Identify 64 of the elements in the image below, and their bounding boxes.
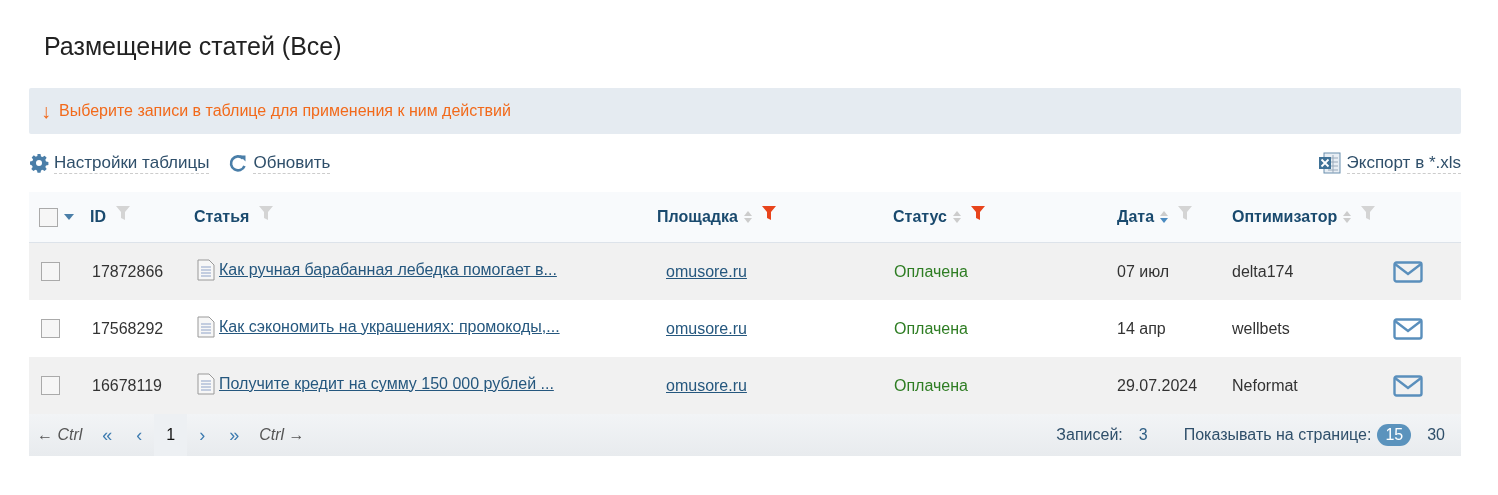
article-link[interactable]: Получите кредит на сумму 150 000 рублей ... <box>219 374 554 393</box>
page-size-label: Показывать на странице: <box>1183 426 1372 444</box>
id-cell: 16678119 <box>92 376 162 395</box>
document-icon <box>197 372 215 395</box>
site-link[interactable]: omusore.ru <box>666 262 747 281</box>
records-count: 3 <box>1138 426 1148 444</box>
refresh-icon[interactable] <box>228 153 249 173</box>
filter-icon[interactable] <box>970 205 985 221</box>
optimizer-cell: wellbets <box>1232 319 1290 338</box>
row-checkbox[interactable] <box>41 262 60 281</box>
refresh-link[interactable]: Обновить <box>253 152 331 174</box>
page-size-option[interactable]: 30 <box>1419 424 1453 446</box>
column-header[interactable]: Статья <box>194 208 250 226</box>
page-button[interactable]: 1 <box>154 414 188 456</box>
table-row[interactable]: 17872866 Как ручная барабанная лебедка помогает в... omusore.ru Оплачена 07 июл delta174 <box>29 243 1461 300</box>
mail-icon[interactable] <box>1393 374 1423 397</box>
document-icon <box>197 315 215 338</box>
settings-icon[interactable] <box>29 153 49 173</box>
row-checkbox[interactable] <box>41 376 60 395</box>
column-header[interactable]: Оптимизатор <box>1232 208 1338 226</box>
optimizer-cell: delta174 <box>1232 262 1294 281</box>
keyboard-hint: ← Ctrl <box>36 426 84 444</box>
row-checkbox[interactable] <box>41 319 60 338</box>
status-cell: Оплачена <box>894 376 968 395</box>
mail-icon[interactable] <box>1393 260 1423 283</box>
table-row[interactable]: 16678119 Получите кредит на сумму 150 000 рублей ... omusore.ru Оплачена 29.07.2024 Neformat <box>29 357 1461 414</box>
article-link[interactable]: Как сэкономить на украшениях: промокоды,... <box>219 317 560 336</box>
mail-icon[interactable] <box>1393 317 1423 340</box>
column-header[interactable]: ID <box>90 208 106 226</box>
keyboard-hint: Ctrl → <box>258 426 306 444</box>
column-header[interactable]: Статус <box>893 208 947 226</box>
table-row[interactable]: 17568292 Как сэкономить на украшениях: промокоды,... omusore.ru Оплачена 14 апр wellbets <box>29 300 1461 357</box>
sort-icon[interactable] <box>952 210 961 224</box>
sort-icon[interactable] <box>743 210 752 224</box>
id-cell: 17872866 <box>92 262 164 281</box>
optimizer-cell: Neformat <box>1232 376 1298 395</box>
table-settings-link[interactable]: Настройки таблицы <box>54 152 210 174</box>
column-header[interactable]: Дата <box>1117 208 1155 226</box>
next-page-button[interactable]: › <box>187 424 218 446</box>
date-cell: 29.07.2024 <box>1117 376 1198 395</box>
status-cell: Оплачена <box>894 262 968 281</box>
caret-icon[interactable] <box>64 214 74 220</box>
sort-icon[interactable] <box>1343 210 1352 224</box>
records-label: Записей: <box>1056 426 1123 444</box>
last-page-button[interactable]: » <box>217 424 252 446</box>
id-cell: 17568292 <box>92 319 164 338</box>
site-link[interactable]: omusore.ru <box>666 376 747 395</box>
article-link[interactable]: Как ручная барабанная лебедка помогает в... <box>219 260 557 279</box>
site-link[interactable]: omusore.ru <box>666 319 747 338</box>
info-message: Выберите записи в таблице для применения к ним действий <box>59 102 511 120</box>
filter-icon[interactable] <box>761 205 776 221</box>
first-page-button[interactable]: « <box>90 424 125 446</box>
column-header[interactable]: Площадка <box>657 208 738 226</box>
status-cell: Оплачена <box>894 319 968 338</box>
previous-page-button[interactable]: ‹ <box>124 424 155 446</box>
spreadsheet-icon[interactable] <box>1317 151 1342 175</box>
page-title: Размещение статей (Все) <box>44 31 343 62</box>
export-link[interactable]: Экспорт в *.xls <box>1346 152 1461 174</box>
date-cell: 07 июл <box>1117 262 1170 281</box>
date-cell: 14 апр <box>1117 319 1166 338</box>
select-all-checkbox[interactable] <box>39 207 58 227</box>
sort-icon[interactable] <box>1160 210 1169 224</box>
down-arrow-icon: ↓ <box>41 99 51 123</box>
document-icon <box>197 258 215 281</box>
